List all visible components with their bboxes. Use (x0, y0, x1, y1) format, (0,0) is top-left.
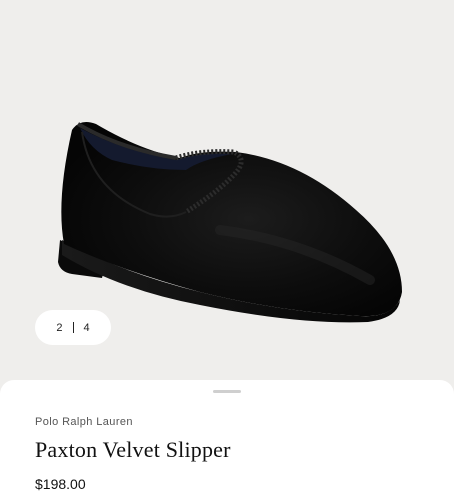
product-brand: Polo Ralph Lauren (35, 416, 133, 428)
product-name: Paxton Velvet Slipper (35, 437, 231, 462)
product-image-gallery[interactable]: 2 4 (0, 0, 454, 392)
product-info-sheet: Polo Ralph Lauren Paxton Velvet Slipper … (0, 380, 454, 500)
pager-total: 4 (83, 321, 90, 334)
sheet-drag-handle[interactable] (213, 390, 241, 393)
pager-divider (72, 322, 74, 333)
product-price: $198.00 (35, 476, 86, 492)
image-pager[interactable]: 2 4 (35, 310, 111, 345)
pager-current: 2 (56, 321, 63, 334)
